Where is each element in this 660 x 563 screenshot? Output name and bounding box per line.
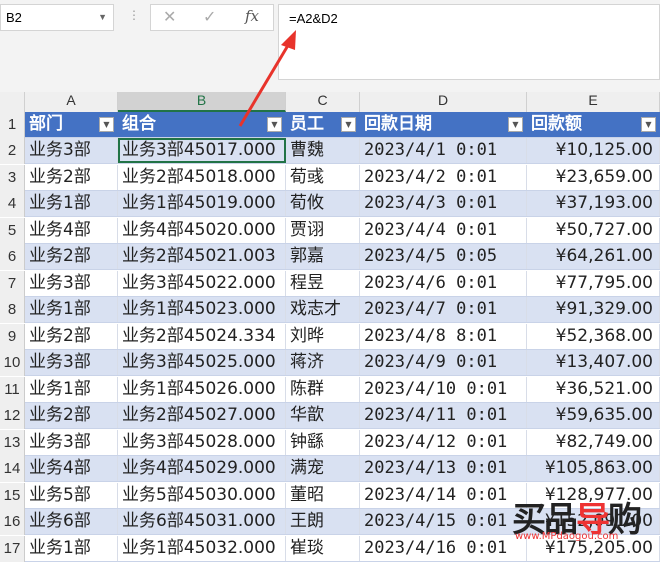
watermark-url: www.MPdaogou.com [515,531,619,542]
annotation-arrow [238,30,296,127]
